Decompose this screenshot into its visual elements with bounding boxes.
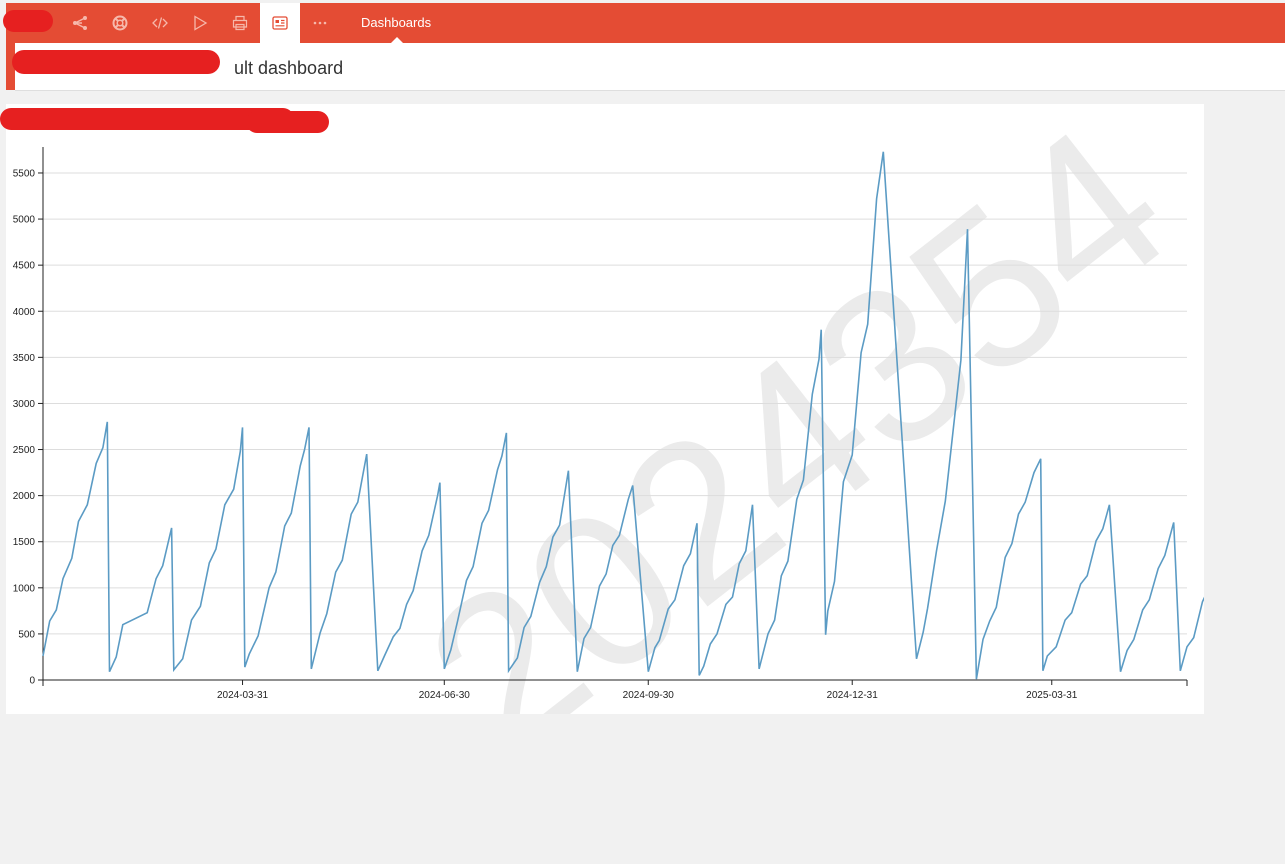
y-tick-label: 3500 <box>13 353 36 364</box>
y-tick-label: 5000 <box>13 215 36 226</box>
x-tick-label: 2025-03-31 <box>1026 690 1078 701</box>
x-tick-label: 2024-09-30 <box>623 690 675 701</box>
y-tick-label: 1000 <box>13 583 36 594</box>
dashboard-icon[interactable] <box>260 3 300 43</box>
y-tick-label: 500 <box>18 629 35 640</box>
y-tick-label: 0 <box>29 676 35 687</box>
redacted-title <box>12 50 220 74</box>
x-tick-label: 2024-12-31 <box>827 690 879 701</box>
redacted-logo <box>3 10 53 32</box>
top-navbar: Dashboards <box>3 3 1285 43</box>
chart-panel: 2024354 0 500 1000 1500 2000 2500 3000 3500 4000… <box>0 104 1204 714</box>
share-icon[interactable] <box>60 3 100 43</box>
print-icon[interactable] <box>220 3 260 43</box>
x-tick-label: 2024-03-31 <box>217 690 269 701</box>
page-title: ult dashboard <box>234 58 344 78</box>
y-tick-label: 3000 <box>13 399 36 410</box>
watermark: 2024354 <box>383 104 1204 714</box>
y-axis: 0 500 1000 1500 2000 2500 3000 3500 4000 4500 5000… <box>13 147 44 687</box>
y-tick-label: 4500 <box>13 261 36 272</box>
code-icon[interactable] <box>140 3 180 43</box>
y-tick-label: 2000 <box>13 491 36 502</box>
x-tick-label: 2024-06-30 <box>419 690 471 701</box>
y-tick-label: 2500 <box>13 445 36 456</box>
y-tick-label: 5500 <box>13 168 36 179</box>
lifebuoy-icon[interactable] <box>100 3 140 43</box>
y-tick-label: 1500 <box>13 537 36 548</box>
y-tick-label: 4000 <box>13 307 36 318</box>
more-icon[interactable] <box>300 3 340 43</box>
play-icon[interactable] <box>180 3 220 43</box>
page-header: ult dashboard <box>12 43 1285 91</box>
line-chart: 2024354 0 500 1000 1500 2000 2500 3000 3500 4000… <box>13 104 1204 714</box>
